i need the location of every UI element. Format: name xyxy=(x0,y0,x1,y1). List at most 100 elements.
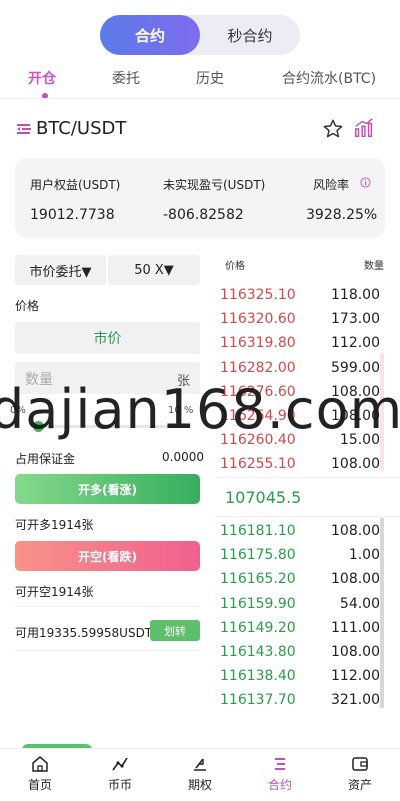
bid-qty: 108.00 xyxy=(331,523,380,539)
bid-row[interactable]: 116159.90 54.00 xyxy=(220,592,380,616)
nav-home[interactable]: 首页 xyxy=(0,755,80,793)
info-icon[interactable] xyxy=(360,177,371,188)
nav-contract[interactable]: 合约 xyxy=(240,755,320,793)
bid-row[interactable]: 116143.80 108.00 xyxy=(220,640,380,664)
tab-contract-flow[interactable]: 合约流水(BTC) xyxy=(282,68,376,88)
divider xyxy=(0,98,400,99)
orderbook-qty-header: 数量 xyxy=(364,261,384,272)
bid-price: 116159.90 xyxy=(220,595,296,612)
order-type-label: 市价委托▼ xyxy=(29,264,92,280)
open-short-button[interactable]: 开空(看跌) xyxy=(15,541,200,571)
transfer-button[interactable]: 划转 xyxy=(150,620,200,641)
risk-rate-value: 3928.25% xyxy=(306,207,378,223)
options-icon xyxy=(194,758,206,771)
margin-label: 占用保证金 xyxy=(15,452,76,466)
price-field[interactable]: 市价 xyxy=(15,322,200,354)
unrealized-pnl-value: -806.82582 xyxy=(163,207,244,223)
tab-orders[interactable]: 委托 xyxy=(112,68,140,88)
transfer-label: 划转 xyxy=(164,624,186,638)
sub-tabs: 开仓 委托 历史 合约流水(BTC) xyxy=(0,62,400,98)
bid-qty: 108.00 xyxy=(331,644,380,660)
chart-icon[interactable] xyxy=(353,117,375,139)
bid-depth-bar xyxy=(380,518,384,708)
bid-price: 116149.20 xyxy=(220,619,296,636)
equity-value: 19012.7738 xyxy=(30,207,115,223)
pair-name: BTC/USDT xyxy=(36,118,127,139)
bid-qty: 111.00 xyxy=(331,619,380,636)
divider xyxy=(15,606,200,607)
open-long-label: 开多(看涨) xyxy=(78,482,137,497)
leverage-label: 50 X▼ xyxy=(134,262,174,278)
last-price: 107045.5 xyxy=(225,488,302,507)
menu-icon xyxy=(17,123,31,134)
bid-qty: 1.00 xyxy=(348,547,380,564)
bid-qty: 54.00 xyxy=(339,595,380,612)
bid-price: 116181.10 xyxy=(220,523,296,539)
bid-price: 116143.80 xyxy=(220,644,296,660)
bid-row[interactable]: 116137.70 321.00 xyxy=(220,688,380,712)
divider xyxy=(15,650,200,651)
bid-qty: 108.00 xyxy=(331,571,380,588)
contract-icon xyxy=(275,758,285,770)
wallet-icon xyxy=(352,757,368,771)
account-summary-card xyxy=(15,158,385,238)
leverage-select[interactable]: 50 X▼ xyxy=(108,255,200,285)
tab-second-contract[interactable]: 秒合约 xyxy=(200,15,300,55)
tab-contract[interactable]: 合约 xyxy=(100,15,200,55)
nav-contract-label: 合约 xyxy=(267,778,292,792)
bottom-nav: 首页 币币 期权 合约 资产 xyxy=(0,748,400,801)
nav-assets[interactable]: 资产 xyxy=(320,755,400,793)
open-long-button[interactable]: 开多(看涨) xyxy=(15,474,200,504)
bid-row[interactable]: 116138.40 112.00 xyxy=(220,664,380,688)
ask-price: 116319.80 xyxy=(220,335,296,352)
bid-qty: 321.00 xyxy=(331,692,380,709)
open-short-label: 开空(看跌) xyxy=(78,549,137,564)
nav-options-label: 期权 xyxy=(187,778,212,792)
watermark: dajian168.com xyxy=(0,378,400,441)
ask-qty: 599.00 xyxy=(331,359,380,376)
tab-history[interactable]: 历史 xyxy=(196,68,224,88)
ask-qty: 118.00 xyxy=(331,287,380,303)
ask-row[interactable]: 116255.10 108.00 xyxy=(220,452,380,476)
nav-options[interactable]: 期权 xyxy=(160,755,240,793)
ask-price: 116325.10 xyxy=(220,287,296,303)
home-icon xyxy=(32,756,48,772)
ask-price: 116282.00 xyxy=(220,359,296,376)
equity-label: 用户权益(USDT) xyxy=(30,178,121,192)
ask-qty: 173.00 xyxy=(331,311,380,328)
divider xyxy=(215,516,400,517)
ask-price: 116320.60 xyxy=(220,311,296,328)
spot-icon xyxy=(112,757,128,771)
pair-header[interactable]: BTC/USDT xyxy=(16,118,126,139)
bid-row[interactable]: 116149.20 111.00 xyxy=(220,616,380,640)
tab-open-position[interactable]: 开仓 xyxy=(28,68,56,88)
ask-row[interactable]: 116282.00 599.00 xyxy=(220,356,380,380)
ask-row[interactable]: 116319.80 112.00 xyxy=(220,331,380,355)
bid-row[interactable]: 116181.10 108.00 xyxy=(220,519,380,543)
market-price-text: 市价 xyxy=(93,331,122,347)
ask-qty: 108.00 xyxy=(331,456,380,473)
bid-price: 116138.40 xyxy=(220,668,296,685)
price-label: 价格 xyxy=(15,299,40,313)
bid-price: 116137.70 xyxy=(220,692,296,709)
margin-value: 0.0000 xyxy=(162,450,204,464)
available-balance: 可用19335.59958USDT xyxy=(15,626,153,640)
bid-row[interactable]: 116165.20 108.00 xyxy=(220,567,380,591)
star-icon[interactable] xyxy=(322,118,344,140)
ask-row[interactable]: 116325.10 118.00 xyxy=(220,283,380,307)
nav-spot[interactable]: 币币 xyxy=(80,755,160,793)
divider xyxy=(215,477,400,478)
order-type-select[interactable]: 市价委托▼ xyxy=(15,255,106,285)
bid-price: 116165.20 xyxy=(220,571,296,588)
ask-row[interactable]: 116320.60 173.00 xyxy=(220,307,380,331)
unrealized-pnl-label: 未实现盈亏(USDT) xyxy=(163,178,266,192)
can-open-short-text: 可开空1914张 xyxy=(15,585,94,599)
nav-home-label: 首页 xyxy=(27,778,52,792)
ask-qty: 112.00 xyxy=(331,335,380,352)
bid-row[interactable]: 116175.80 1.00 xyxy=(220,543,380,567)
contract-type-switch: 合约 秒合约 xyxy=(100,15,300,55)
ask-price: 116255.10 xyxy=(220,456,296,473)
risk-rate-label: 风险率 xyxy=(313,178,350,192)
can-open-long-text: 可开多1914张 xyxy=(15,518,94,532)
nav-spot-label: 币币 xyxy=(107,778,132,792)
